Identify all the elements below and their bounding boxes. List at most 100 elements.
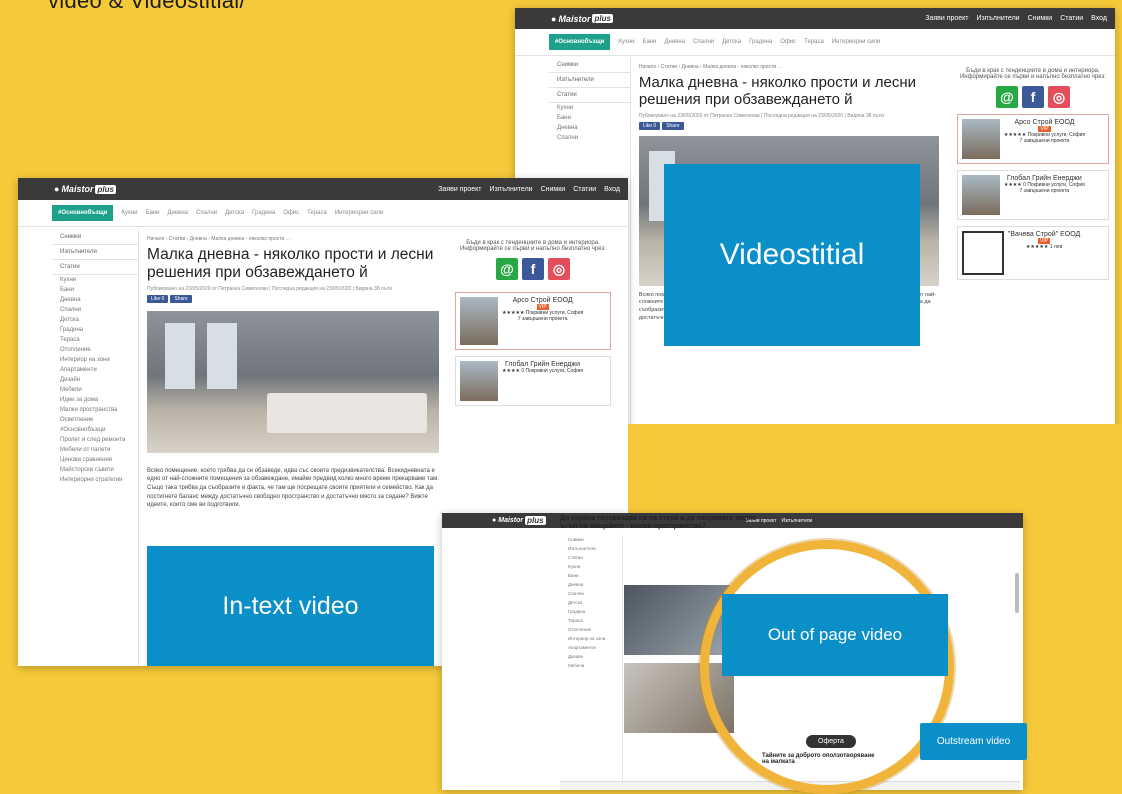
cat-kids[interactable]: Детска bbox=[722, 39, 741, 45]
sidebar-item[interactable]: Бани bbox=[52, 285, 138, 295]
sidebar-item[interactable]: Интериор на зони bbox=[52, 355, 138, 365]
nav-articles[interactable]: Статии bbox=[1060, 15, 1083, 22]
sidebar-articles[interactable]: Статии bbox=[52, 260, 138, 275]
nav-articles[interactable]: Статии bbox=[573, 186, 596, 193]
sidebar-item[interactable]: Дизайн bbox=[52, 375, 138, 385]
sidebar-item[interactable]: Спални bbox=[52, 305, 138, 315]
email-icon[interactable]: @ bbox=[496, 258, 518, 280]
sidebar-item[interactable]: Осветление bbox=[52, 415, 138, 425]
company-card[interactable]: "Вачева Строй" ЕООД VIP ★★★★★ 1 лев bbox=[956, 226, 1109, 280]
sidebar-photos[interactable]: Снимки bbox=[560, 535, 622, 544]
company-card[interactable]: Глобал Грийн Енерджи ★★★★ 0 Покривни усл… bbox=[455, 356, 611, 406]
cat-terrace[interactable]: Тераса bbox=[307, 210, 327, 216]
cat-baths[interactable]: Бани bbox=[643, 39, 657, 45]
instagram-icon[interactable]: ◎ bbox=[548, 258, 570, 280]
cat-interior[interactable]: Интериорни сили bbox=[832, 39, 881, 45]
nav-contractors[interactable]: Изпълнители bbox=[490, 186, 533, 193]
sidebar-contractors[interactable]: Изпълнители bbox=[549, 73, 630, 88]
company-card[interactable]: Арсо Строй ЕООД VIP ★★★★★ Покривни услуги… bbox=[455, 292, 611, 350]
sidebar-item[interactable]: Кухни bbox=[560, 562, 622, 571]
sidebar-item[interactable]: Кухни bbox=[52, 275, 138, 285]
nav-login[interactable]: Вход bbox=[604, 186, 620, 193]
cat-living[interactable]: Дневна bbox=[664, 39, 685, 45]
sidebar-item[interactable]: Мебели bbox=[560, 661, 622, 670]
sidebar-item[interactable]: Апартаменти bbox=[52, 365, 138, 375]
cat-kids[interactable]: Детска bbox=[225, 210, 244, 216]
left-sidebar: Снимки Изпълнители Статии Кухни Бани Дне… bbox=[560, 535, 623, 785]
sidebar-item[interactable]: Ценови сравнения bbox=[52, 455, 138, 465]
sidebar-item[interactable]: Градина bbox=[52, 325, 138, 335]
sidebar-item[interactable]: Апартаменти bbox=[560, 643, 622, 652]
sidebar-item[interactable]: Мебели bbox=[52, 385, 138, 395]
sidebar-item[interactable]: Бани bbox=[560, 571, 622, 580]
company-card[interactable]: Глобал Грийн Енерджи ★★★★ 0 Покривни усл… bbox=[956, 170, 1109, 220]
facebook-icon[interactable]: f bbox=[522, 258, 544, 280]
sidebar-item[interactable]: Тераса bbox=[560, 616, 622, 625]
cat-kitchens[interactable]: Кухни bbox=[121, 210, 137, 216]
facebook-icon[interactable]: f bbox=[1021, 86, 1044, 108]
sidebar-item[interactable]: Детска bbox=[52, 315, 138, 325]
sidebar-item[interactable]: Дизайн bbox=[560, 652, 622, 661]
share-button[interactable]: Share bbox=[170, 294, 192, 303]
nav-contractors[interactable]: Изпълнители bbox=[977, 15, 1020, 22]
home-category[interactable]: #Основнобъзщи bbox=[52, 205, 114, 221]
sidebar-articles[interactable]: Статии bbox=[560, 553, 622, 562]
sidebar-item[interactable]: Спални bbox=[560, 589, 622, 598]
nav-contractors[interactable]: Изпълнители bbox=[782, 518, 813, 524]
company-card[interactable]: Арсо Строй ЕООД VIP ★★★★★ Покривни услуги… bbox=[956, 114, 1109, 164]
like-button[interactable]: Like 0 bbox=[147, 294, 169, 303]
cat-kitchens[interactable]: Кухни bbox=[618, 39, 634, 45]
like-button[interactable]: Like 0 bbox=[638, 121, 661, 130]
cat-bedrooms[interactable]: Спални bbox=[196, 210, 217, 216]
nav-login[interactable]: Вход bbox=[1091, 15, 1107, 22]
cat-terrace[interactable]: Тераса bbox=[804, 39, 824, 45]
sidebar-item[interactable]: #Основнобъзщи bbox=[52, 425, 138, 435]
sidebar-photos[interactable]: Снимки bbox=[549, 58, 630, 73]
sidebar-item[interactable]: Тераса bbox=[52, 335, 138, 345]
nav-project[interactable]: Заяви проект bbox=[438, 186, 481, 193]
sidebar-item[interactable]: Отопление bbox=[52, 345, 138, 355]
cat-bedrooms[interactable]: Спални bbox=[693, 39, 714, 45]
cat-interior[interactable]: Интериорни сили bbox=[335, 210, 384, 216]
site-logo[interactable]: ● Maistor plus bbox=[492, 516, 546, 525]
scrollbar[interactable] bbox=[1015, 573, 1019, 613]
cat-office[interactable]: Офис bbox=[283, 210, 299, 216]
sidebar-item[interactable]: Кухни bbox=[549, 103, 630, 113]
nav-project[interactable]: Заяви проект bbox=[925, 15, 968, 22]
home-category[interactable]: #Основнобъзщи bbox=[549, 34, 611, 50]
sidebar-contractors[interactable]: Изпълнители bbox=[560, 544, 622, 553]
sidebar-photos[interactable]: Снимки bbox=[52, 230, 138, 245]
email-icon[interactable]: @ bbox=[995, 86, 1018, 108]
cat-living[interactable]: Дневна bbox=[167, 210, 188, 216]
share-button[interactable]: Share bbox=[662, 121, 684, 130]
nav-photos[interactable]: Снимки bbox=[541, 186, 566, 193]
instagram-icon[interactable]: ◎ bbox=[1047, 86, 1070, 108]
site-logo[interactable]: ● Maistor plus bbox=[54, 184, 116, 194]
sidebar-item[interactable]: Малки пространства bbox=[52, 405, 138, 415]
sidebar-item[interactable]: Мебели от палети bbox=[52, 445, 138, 455]
sidebar-item[interactable]: Интериор на зони bbox=[560, 634, 622, 643]
sidebar-item[interactable]: Спални bbox=[549, 133, 630, 143]
cat-garden[interactable]: Градина bbox=[749, 39, 772, 45]
site-logo[interactable]: ● Maistor plus bbox=[551, 14, 613, 24]
category-bar: #Основнобъзщи Кухни Бани Дневна Спални Д… bbox=[515, 29, 1115, 56]
cat-office[interactable]: Офис bbox=[780, 39, 796, 45]
article-title: Малка дневна - няколко прости и лесни ре… bbox=[147, 246, 434, 281]
sidebar-articles[interactable]: Статии bbox=[549, 88, 630, 103]
sidebar-contractors[interactable]: Изпълнители bbox=[52, 245, 138, 260]
sidebar-item[interactable]: Дневна bbox=[52, 295, 138, 305]
cat-baths[interactable]: Бани bbox=[146, 210, 160, 216]
sidebar-item[interactable]: Идеи за дома bbox=[52, 395, 138, 405]
sidebar-item[interactable]: Интериорни стратегии bbox=[52, 475, 138, 485]
sidebar-item[interactable]: Отопление bbox=[560, 625, 622, 634]
sidebar-item[interactable]: Детска bbox=[560, 598, 622, 607]
nav-photos[interactable]: Снимки bbox=[1028, 15, 1053, 22]
sidebar-item[interactable]: Пролет и след ремонта bbox=[52, 435, 138, 445]
sidebar-item[interactable]: Майсторски съвети bbox=[52, 465, 138, 475]
out-of-page-video-label: Out of page video bbox=[722, 594, 948, 676]
sidebar-item[interactable]: Градина bbox=[560, 607, 622, 616]
sidebar-item[interactable]: Дневна bbox=[549, 123, 630, 133]
cat-garden[interactable]: Градина bbox=[252, 210, 275, 216]
sidebar-item[interactable]: Бани bbox=[549, 113, 630, 123]
sidebar-item[interactable]: Дневна bbox=[560, 580, 622, 589]
